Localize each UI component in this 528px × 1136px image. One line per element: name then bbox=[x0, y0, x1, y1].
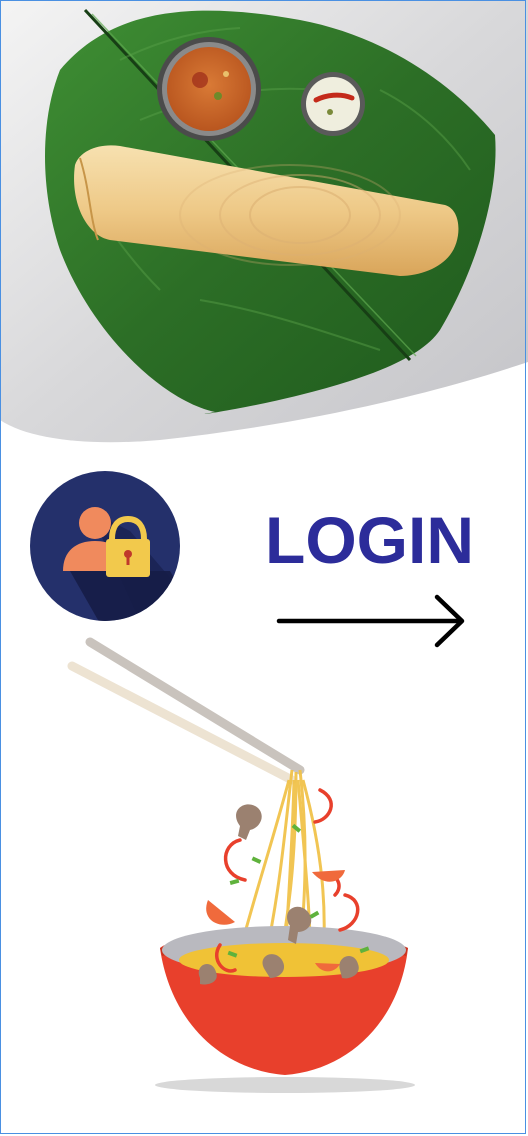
user-lock-icon bbox=[30, 471, 180, 621]
hero-dosa-image bbox=[0, 0, 528, 443]
login-title[interactable]: LOGIN bbox=[262, 500, 477, 580]
noodle-bowl-illustration bbox=[67, 637, 415, 1093]
